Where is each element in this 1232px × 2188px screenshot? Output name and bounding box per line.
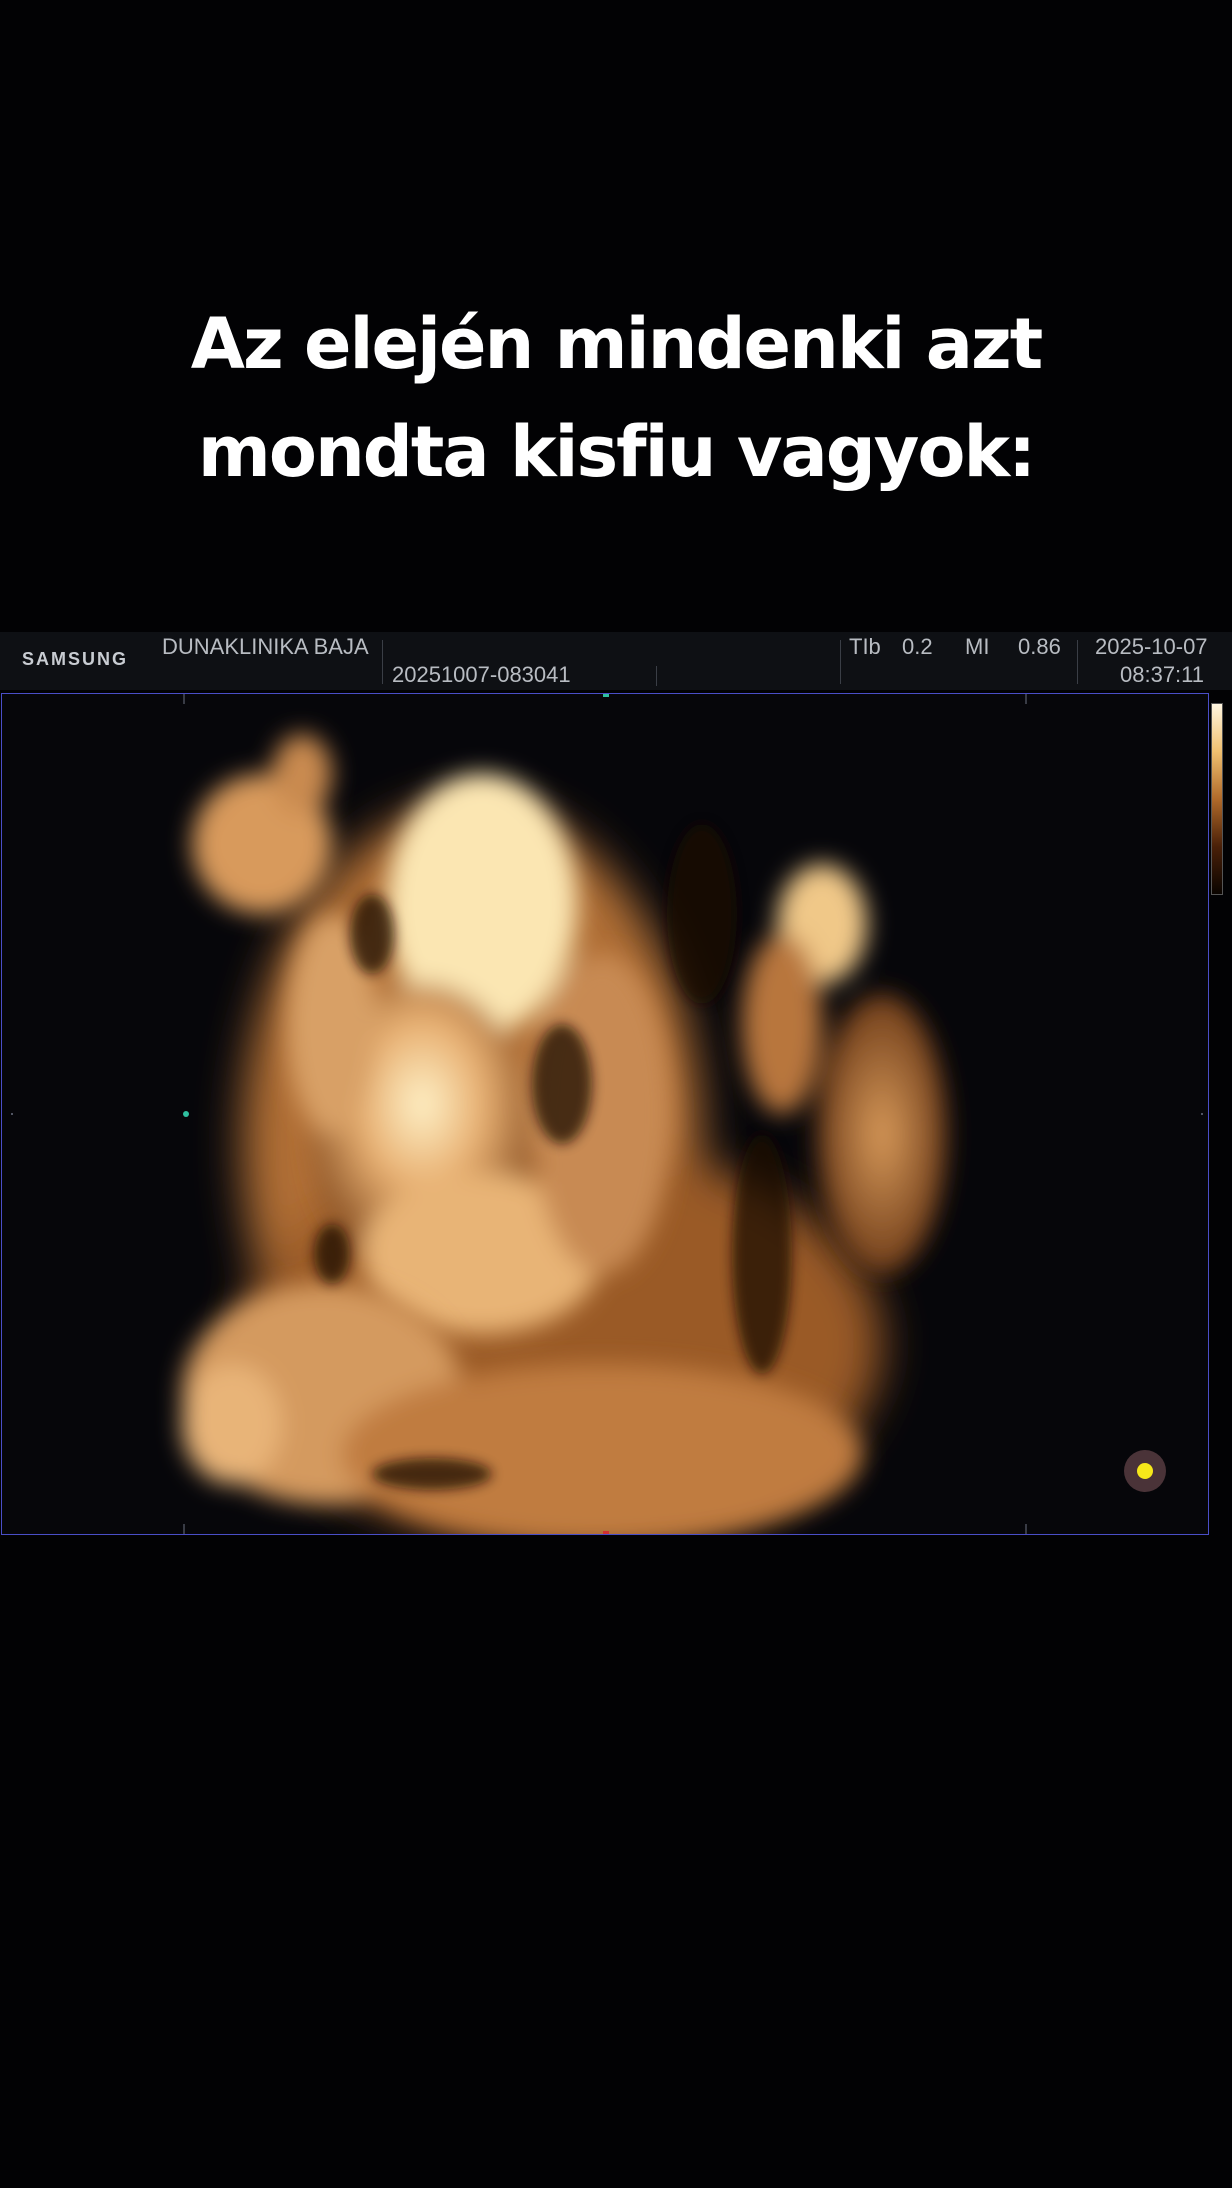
- render-color-scale: [1211, 703, 1223, 895]
- mi-value: 0.86: [1018, 634, 1061, 659]
- clinic-name: DUNAKLINIKA BAJA: [162, 634, 369, 659]
- tib-label: TIb: [849, 634, 881, 659]
- mi-label: MI: [965, 634, 990, 659]
- fetal-face-render: [2, 694, 1208, 1534]
- header-divider: [840, 640, 841, 684]
- header-divider: [1077, 640, 1078, 684]
- caption-line-1: Az elején mindenki azt: [190, 303, 1043, 385]
- cursor-dot-icon: [1137, 1463, 1153, 1479]
- ultrasound-header: SAMSUNG DUNAKLINIKA BAJA 20251007-083041…: [0, 632, 1232, 690]
- header-divider: [656, 666, 657, 686]
- study-id: 20251007-083041: [392, 662, 571, 687]
- caption-text: Az elején mindenki azt mondta kisfiu vag…: [0, 290, 1232, 506]
- caption-line-2: mondta kisfiu vagyok:: [197, 411, 1036, 493]
- tib-value: 0.2: [902, 634, 933, 659]
- header-divider: [382, 640, 383, 684]
- scan-time: 08:37:11: [1120, 662, 1205, 687]
- ultrasound-3d-render: [1, 693, 1209, 1535]
- scan-date: 2025-10-07: [1095, 634, 1208, 659]
- samsung-logo: SAMSUNG: [22, 649, 129, 669]
